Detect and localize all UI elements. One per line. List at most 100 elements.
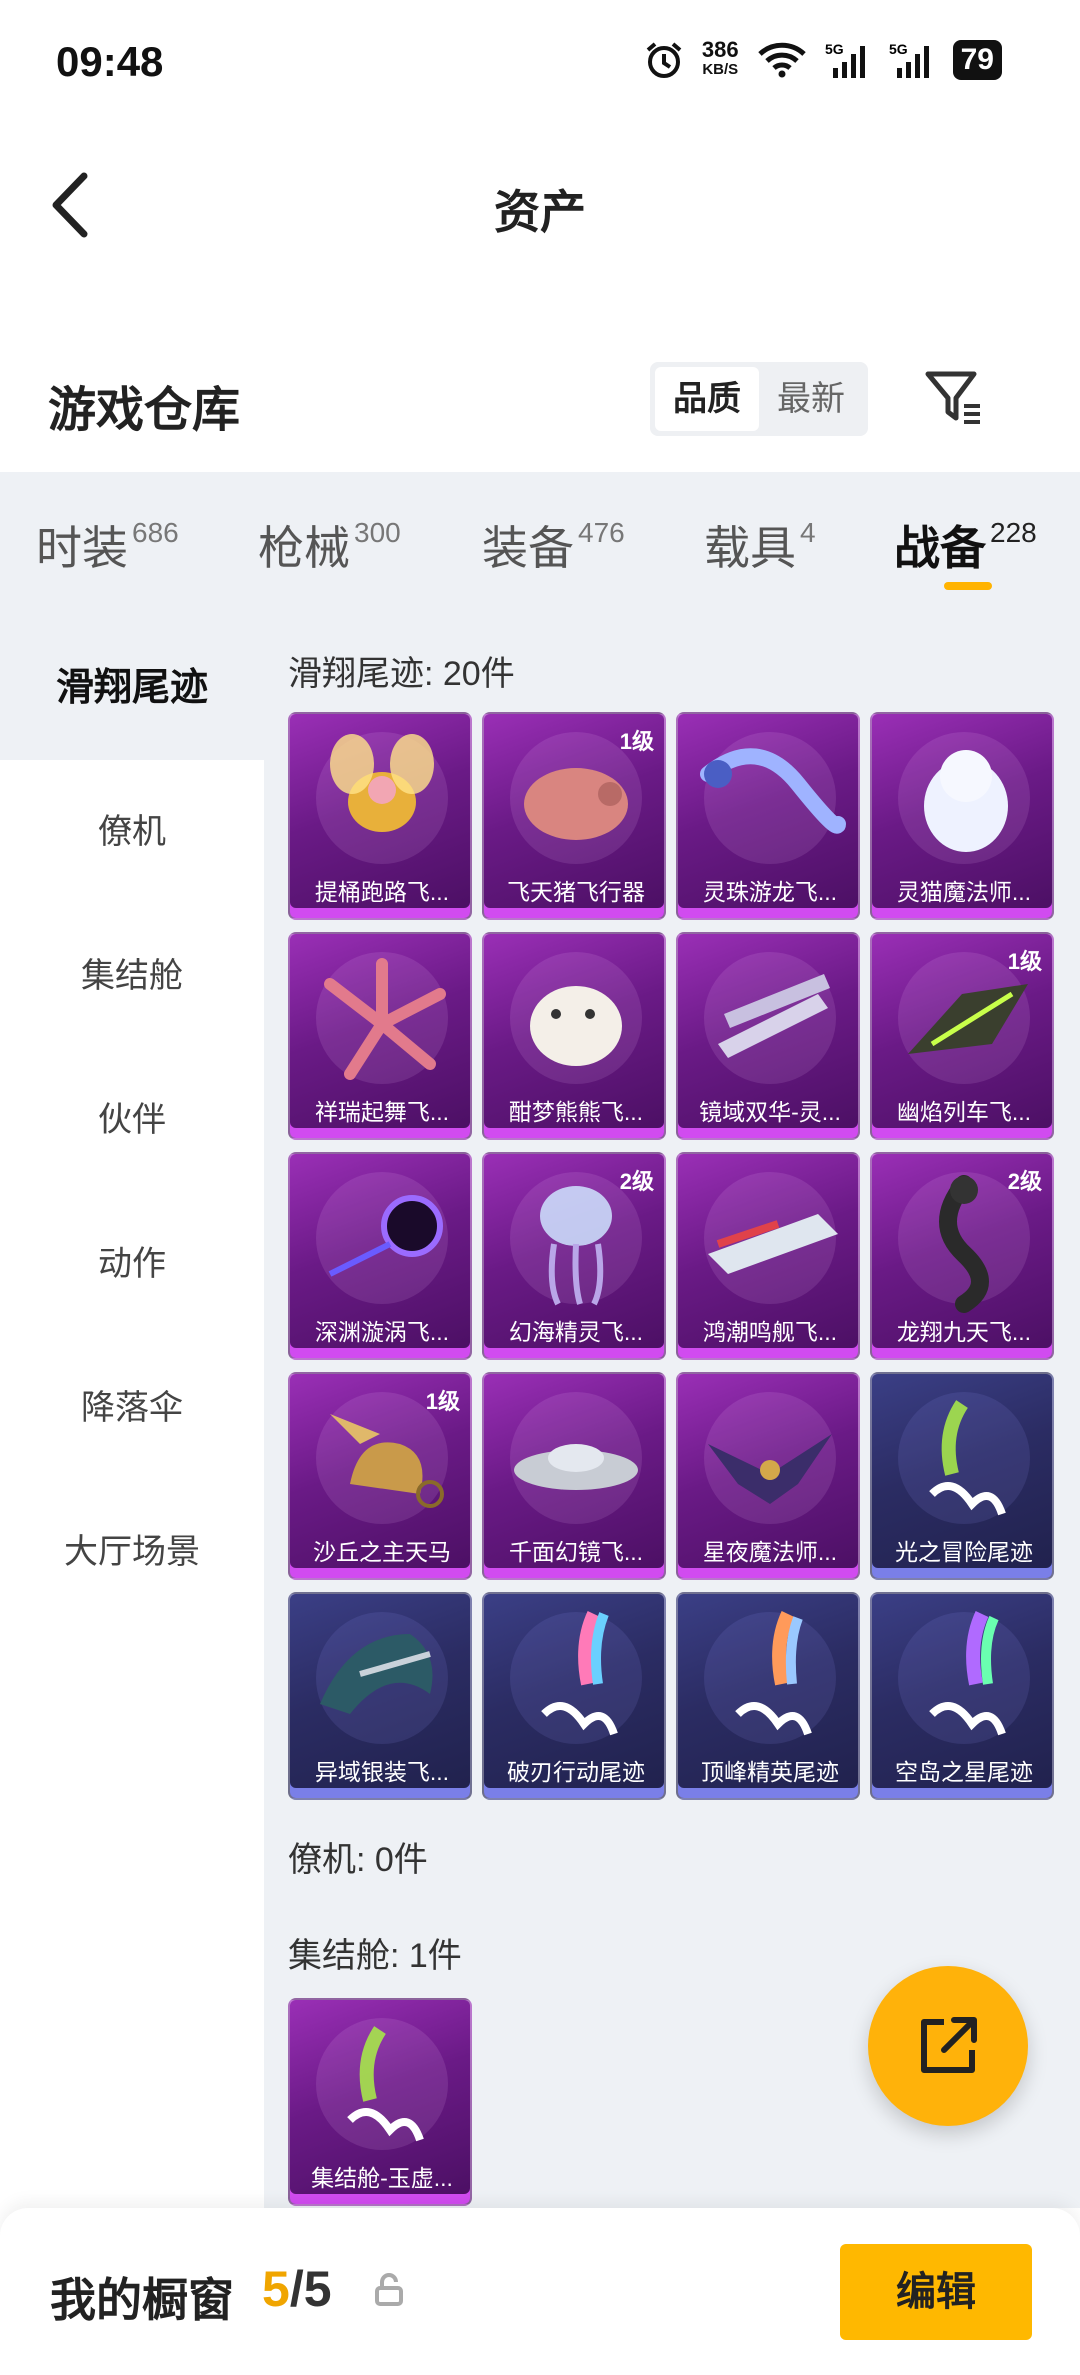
- item-name: 幻海精灵飞...: [508, 1319, 644, 1345]
- sidebar-item-lobby-scene[interactable]: 大厅场景: [0, 1480, 264, 1624]
- bear-glider-icon: [510, 952, 642, 1084]
- item-card[interactable]: 祥瑞起舞飞...: [288, 932, 472, 1140]
- item-name: 祥瑞起舞飞...: [314, 1099, 450, 1125]
- item-card[interactable]: 2级幻海精灵飞...: [482, 1152, 666, 1360]
- showcase-bar: 我的橱窗 5/5 编辑: [0, 2208, 1080, 2375]
- item-card[interactable]: 集结舱-玉虚...: [288, 1998, 472, 2206]
- item-card[interactable]: 光之冒险尾迹: [870, 1372, 1054, 1580]
- showcase-title: 我的橱窗: [50, 2274, 234, 2326]
- prism-trail-icon: [898, 1611, 1030, 1744]
- active-tab-indicator: [944, 582, 992, 590]
- item-card[interactable]: 鸿潮鸣舰飞...: [676, 1152, 860, 1360]
- item-name: 酣梦熊熊飞...: [508, 1099, 644, 1125]
- warehouse-header: 游戏仓库 品质 最新: [0, 360, 1080, 450]
- sidebar-item-glide-trail[interactable]: 滑翔尾迹: [0, 616, 264, 760]
- sort-newest-option[interactable]: 最新: [759, 367, 863, 431]
- item-name: 龙翔九天飞...: [896, 1319, 1032, 1345]
- sort-quality-option[interactable]: 品质: [655, 367, 759, 431]
- item-name: 幽焰列车飞...: [896, 1099, 1032, 1125]
- ship-glider-icon: [704, 1172, 838, 1304]
- cat-glider-icon: [898, 732, 1030, 864]
- item-name: 提桶跑路飞...: [314, 879, 450, 905]
- sidebar-item-partner[interactable]: 伙伴: [0, 1048, 264, 1192]
- item-card[interactable]: 镜域双华-灵...: [676, 932, 860, 1140]
- tab-equipment[interactable]: 装备 476: [482, 512, 625, 578]
- item-name: 灵猫魔法师...: [896, 879, 1032, 905]
- section-title-glide-trail: 滑翔尾迹: 20件: [288, 655, 515, 693]
- sort-toggle: 品质 最新: [650, 362, 868, 436]
- wifi-icon: [757, 42, 806, 78]
- filter-icon[interactable]: [922, 366, 984, 428]
- lock-icon: [375, 2273, 403, 2306]
- clock: 09:48: [56, 38, 164, 85]
- tab-firearms[interactable]: 枪械 300: [258, 512, 401, 578]
- item-card[interactable]: 1级 沙丘之主天马: [288, 1372, 472, 1580]
- item-level-badge: 2级: [1007, 1169, 1042, 1194]
- item-name: 集结舱-玉虚...: [311, 2165, 453, 2191]
- edit-button[interactable]: 编辑: [840, 2244, 1032, 2340]
- battery-level: 79: [952, 40, 1002, 80]
- item-card[interactable]: 提桶跑路飞...: [288, 712, 472, 920]
- ufo-glider-icon: [510, 1392, 642, 1524]
- tab-combat-gear[interactable]: 战备 228: [894, 512, 1037, 578]
- warehouse-title: 游戏仓库: [48, 384, 241, 437]
- item-card[interactable]: 异域银装飞...: [288, 1592, 472, 1800]
- sidebar-item-assembly-pod[interactable]: 集结舱: [0, 904, 264, 1048]
- sidebar-item-parachute[interactable]: 降落伞: [0, 1336, 264, 1480]
- item-card[interactable]: 千面幻镜飞...: [482, 1372, 666, 1580]
- category-tabs: 时装 686 枪械 300 装备 476 载具 4 战备 228: [0, 472, 1080, 616]
- signal-5g-icon-2: 5G: [889, 41, 929, 78]
- item-level-badge: 1级: [1007, 949, 1042, 974]
- item-card[interactable]: 顶峰精英尾迹: [676, 1592, 860, 1800]
- dragon-glider-icon: [700, 732, 846, 864]
- item-name: 顶峰精英尾迹: [701, 1759, 839, 1785]
- smoke-trail-icon: [704, 1611, 836, 1744]
- status-icons: 386 KB/S 5G 5G 79: [644, 37, 1002, 80]
- section-title-assembly-pod: 集结舱: 1件: [288, 1937, 462, 1975]
- item-card[interactable]: 空岛之星尾迹: [870, 1592, 1054, 1800]
- item-card[interactable]: 灵猫魔法师...: [870, 712, 1054, 920]
- share-icon: [921, 2017, 977, 2073]
- item-level-badge: 1级: [619, 729, 654, 754]
- svg-text:5G: 5G: [889, 41, 908, 57]
- item-name: 星夜魔法师...: [702, 1539, 838, 1565]
- sidebar-item-emote[interactable]: 动作: [0, 1192, 264, 1336]
- silver-wing-glider-icon: [316, 1612, 448, 1744]
- item-card[interactable]: 1级幽焰列车飞...: [870, 932, 1054, 1140]
- network-speed: 386 KB/S: [701, 37, 739, 79]
- tab-vehicles[interactable]: 载具 4: [704, 512, 816, 578]
- item-card[interactable]: 星夜魔法师...: [676, 1372, 860, 1580]
- vortex-glider-icon: [316, 1172, 448, 1304]
- item-card[interactable]: 灵珠游龙飞...: [676, 712, 860, 920]
- showcase-count: 5/5: [262, 2261, 332, 2317]
- pod-figure-icon: [316, 2018, 448, 2150]
- item-card[interactable]: 深渊漩涡飞...: [288, 1152, 472, 1360]
- item-card[interactable]: 破刃行动尾迹: [482, 1592, 666, 1800]
- item-name: 深渊漩涡飞...: [314, 1319, 450, 1345]
- section-title-wingman: 僚机: 0件: [288, 1841, 428, 1879]
- crow-glider-icon: [704, 1392, 836, 1524]
- signal-5g-icon: 5G: [825, 41, 865, 78]
- item-name: 异域银装飞...: [314, 1759, 450, 1785]
- item-name: 鸿潮鸣舰飞...: [702, 1319, 838, 1345]
- item-name: 沙丘之主天马: [313, 1539, 451, 1565]
- bee-glider-icon: [316, 732, 448, 864]
- item-name: 千面幻镜飞...: [508, 1539, 644, 1565]
- top-app-bar: 资产: [0, 140, 1080, 270]
- share-button[interactable]: [868, 1966, 1028, 2126]
- crystal-glider-icon: [704, 952, 836, 1084]
- alarm-icon: [646, 42, 682, 78]
- tab-fashion[interactable]: 时装 686: [36, 512, 179, 578]
- item-name: 空岛之星尾迹: [895, 1759, 1033, 1785]
- item-name: 光之冒险尾迹: [895, 1539, 1033, 1565]
- svg-text:5G: 5G: [825, 41, 844, 57]
- item-name: 镜域双华-灵...: [699, 1099, 841, 1125]
- sidebar-item-wingman[interactable]: 僚机: [0, 760, 264, 904]
- item-name: 破刃行动尾迹: [507, 1759, 645, 1785]
- item-card[interactable]: 酣梦熊熊飞...: [482, 932, 666, 1140]
- starfish-glider-icon: [316, 952, 448, 1084]
- item-level-badge: 2级: [619, 1169, 654, 1194]
- item-card[interactable]: 1级 飞天猪飞行器: [482, 712, 666, 920]
- status-bar: 09:48 386 KB/S 5G 5G 79: [0, 0, 1080, 120]
- item-card[interactable]: 2级龙翔九天飞...: [870, 1152, 1054, 1360]
